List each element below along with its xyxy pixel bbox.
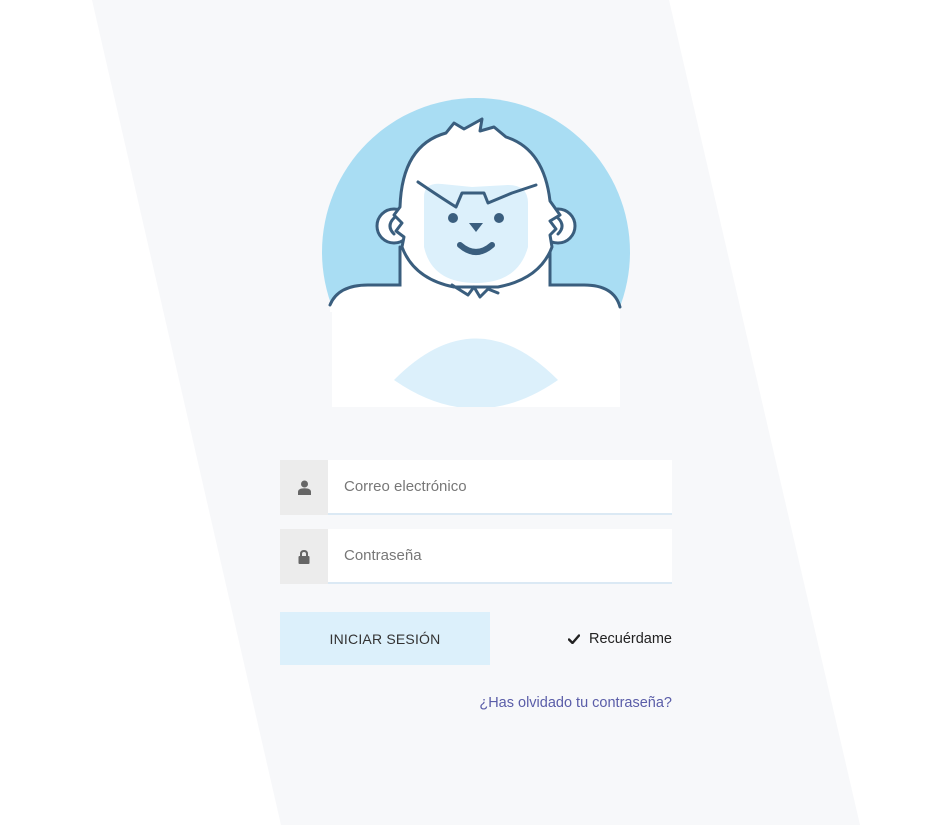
checkmark-icon: [567, 634, 580, 644]
email-field: [280, 460, 672, 515]
forgot-password-link[interactable]: ¿Has olvidado tu contraseña?: [479, 695, 672, 711]
remember-me-checkbox[interactable]: Recuérdame: [567, 629, 672, 649]
email-addon: [280, 460, 328, 515]
password-input[interactable]: [328, 529, 672, 584]
yeti-avatar: [322, 98, 630, 407]
lock-icon: [298, 549, 310, 564]
password-field: [280, 529, 672, 584]
remember-me-label: Recuérdame: [588, 631, 672, 647]
login-button[interactable]: INICIAR SESIÓN: [280, 612, 490, 665]
password-addon: [280, 529, 328, 584]
email-input[interactable]: [328, 460, 672, 515]
user-icon: [297, 480, 311, 495]
